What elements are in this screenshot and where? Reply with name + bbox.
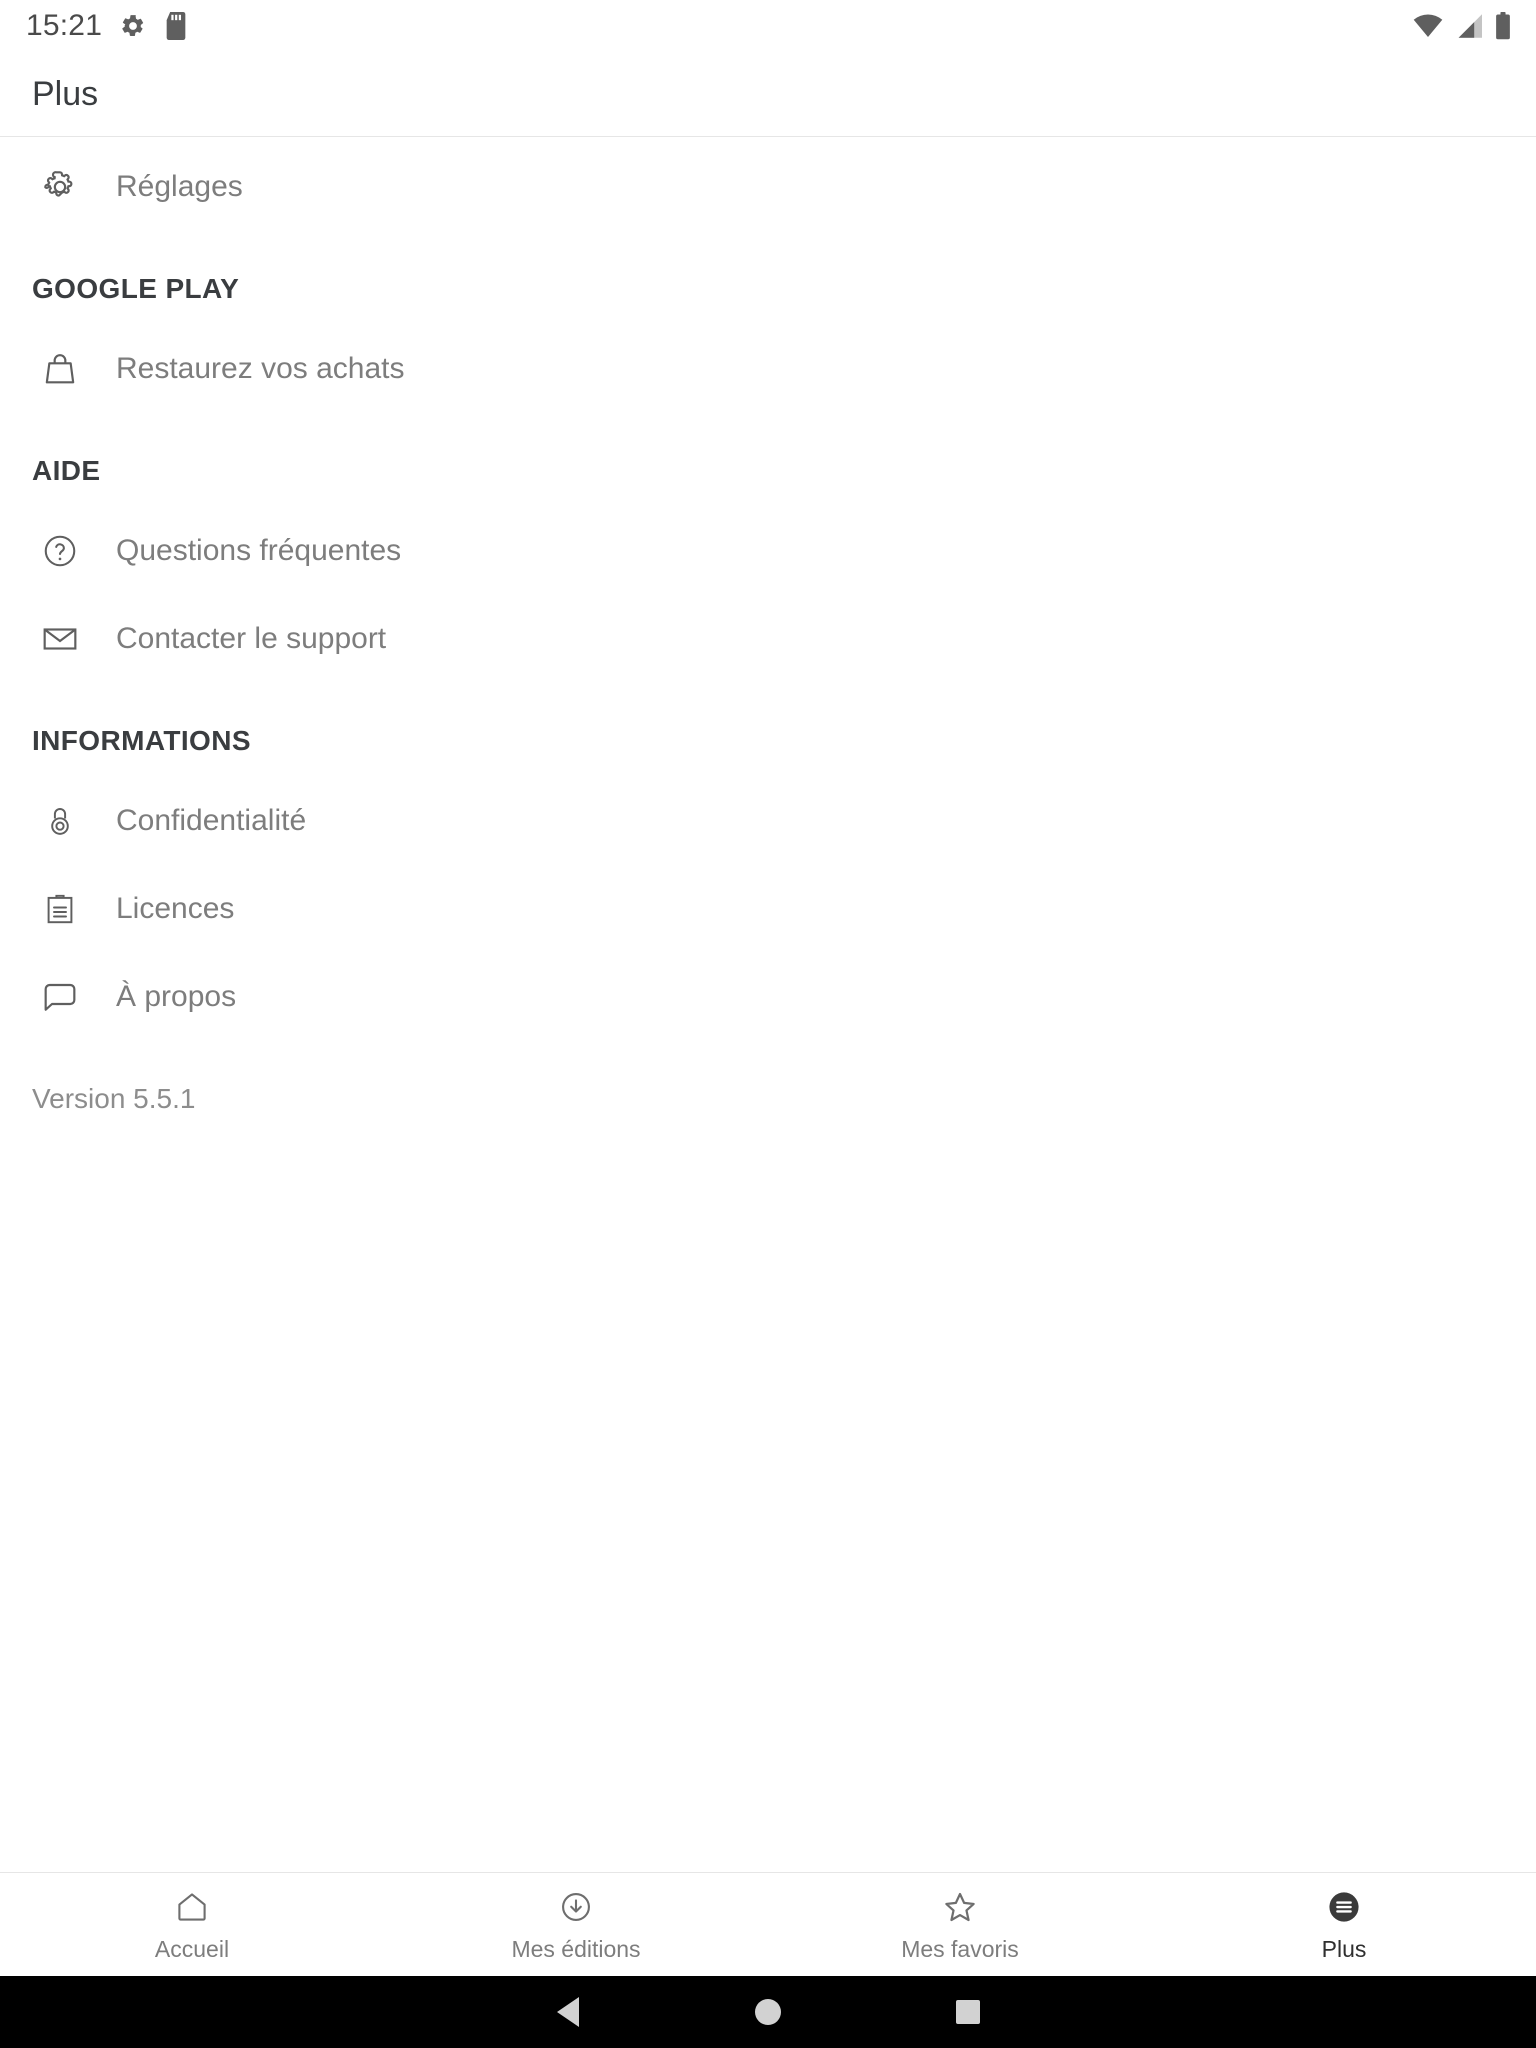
nav-item-label: Mes éditions bbox=[511, 1936, 641, 1962]
list-item-label: Questions fréquentes bbox=[116, 534, 402, 567]
home-button[interactable] bbox=[668, 1999, 868, 2025]
section-header-aide: AIDE bbox=[32, 455, 101, 486]
star-icon bbox=[941, 1886, 979, 1928]
lock-icon bbox=[32, 802, 88, 840]
bottom-navigation: Accueil Mes éditions Mes favoris Plus bbox=[0, 1872, 1536, 1976]
version-label: Version 5.5.1 bbox=[32, 1083, 196, 1114]
nav-item-mes-editions[interactable]: Mes éditions bbox=[384, 1873, 768, 1976]
nav-item-plus[interactable]: Plus bbox=[1152, 1873, 1536, 1976]
list-item-label: Restaurez vos achats bbox=[116, 352, 405, 385]
envelope-icon bbox=[32, 619, 88, 659]
speech-bubble-icon bbox=[32, 977, 88, 1017]
recents-button[interactable] bbox=[868, 2000, 1068, 2024]
status-bar-left: 15:21 bbox=[26, 9, 188, 43]
sd-card-icon bbox=[164, 12, 188, 40]
nav-item-mes-favoris[interactable]: Mes favoris bbox=[768, 1873, 1152, 1976]
status-bar: 15:21 bbox=[0, 0, 1536, 52]
nav-item-label: Accueil bbox=[154, 1936, 230, 1962]
list-item-faq[interactable]: Questions fréquentes bbox=[0, 507, 1536, 595]
list-item-reglages[interactable]: Réglages bbox=[0, 143, 1536, 231]
list-item-label: Réglages bbox=[116, 170, 243, 203]
status-bar-right bbox=[1412, 12, 1512, 40]
menu-circle-icon bbox=[1325, 1886, 1363, 1928]
home-circle-icon bbox=[755, 1999, 781, 2025]
list-item-label: À propos bbox=[116, 980, 237, 1013]
gear-icon bbox=[32, 167, 88, 207]
back-triangle-icon bbox=[557, 1997, 579, 2027]
app-bar: Plus bbox=[0, 52, 1536, 137]
list-item-restore-purchases[interactable]: Restaurez vos achats bbox=[0, 325, 1536, 413]
list-item-label: Contacter le support bbox=[116, 622, 387, 655]
system-navigation-bar bbox=[0, 1976, 1536, 2048]
app-screen: 15:21 Plus Réglages GOOGLE PLAY Restaure… bbox=[0, 0, 1536, 2048]
list-item-licences[interactable]: Licences bbox=[0, 865, 1536, 953]
battery-icon bbox=[1494, 12, 1512, 40]
page-title: Plus bbox=[32, 74, 99, 113]
clipboard-icon bbox=[32, 890, 88, 928]
nav-item-accueil[interactable]: Accueil bbox=[0, 1873, 384, 1976]
settings-list: Réglages GOOGLE PLAY Restaurez vos achat… bbox=[0, 137, 1536, 1872]
list-item-label: Confidentialité bbox=[116, 804, 307, 837]
nav-item-label: Mes favoris bbox=[901, 1936, 1019, 1962]
shopping-bag-icon bbox=[32, 349, 88, 389]
wifi-icon bbox=[1412, 13, 1444, 39]
cellular-signal-icon bbox=[1454, 13, 1484, 39]
status-bar-clock: 15:21 bbox=[26, 9, 103, 42]
section-header-informations: INFORMATIONS bbox=[32, 725, 251, 756]
nav-item-label: Plus bbox=[1321, 1936, 1367, 1962]
list-item-about[interactable]: À propos bbox=[0, 953, 1536, 1041]
back-button[interactable] bbox=[468, 1997, 668, 2027]
list-item-label: Licences bbox=[116, 892, 235, 925]
section-header-google-play: GOOGLE PLAY bbox=[32, 273, 240, 304]
home-icon bbox=[174, 1886, 210, 1928]
help-circle-icon bbox=[32, 532, 88, 570]
list-item-privacy[interactable]: Confidentialité bbox=[0, 777, 1536, 865]
download-circle-icon bbox=[558, 1886, 594, 1928]
list-item-contact-support[interactable]: Contacter le support bbox=[0, 595, 1536, 683]
recents-square-icon bbox=[956, 2000, 980, 2024]
gear-icon bbox=[120, 13, 146, 39]
